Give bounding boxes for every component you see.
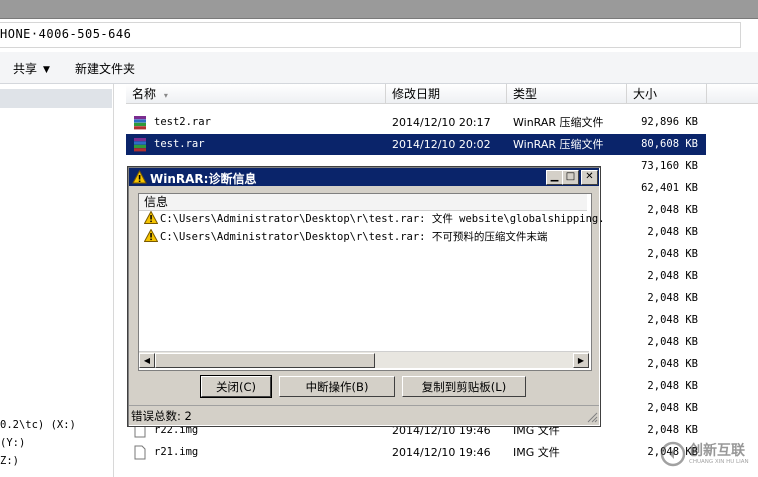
warning-icon [132, 170, 147, 184]
maximize-button[interactable]: □ [562, 170, 579, 185]
nav-drive-x[interactable]: 0.2\tc) (X:) [0, 419, 76, 431]
share-button-label: 共享 [13, 62, 38, 76]
column-header-name-label: 名称 [132, 87, 157, 101]
dialog-title-bar[interactable]: WinRAR:诊断信息 ▁ □ ✕ [129, 168, 599, 186]
file-size: 73,160 KB [641, 160, 698, 172]
file-size: 2,048 KB [647, 358, 698, 370]
file-size: 2,048 KB [647, 314, 698, 326]
winrar-icon [134, 138, 146, 152]
file-date: 2014/12/10 20:17 [392, 116, 491, 129]
dialog-title: WinRAR:诊断信息 [150, 172, 257, 186]
copy-to-clipboard-button[interactable]: 复制到剪贴板(L) [402, 376, 526, 397]
minimize-button[interactable]: ▁ [546, 170, 563, 185]
address-bar-text: HONE·4006-505-646 [0, 27, 132, 41]
warning-icon [144, 229, 158, 242]
watermark-subtext: CHUANG XIN HU LIAN [689, 459, 749, 465]
file-size: 2,048 KB [647, 402, 698, 414]
nav-drive-y[interactable]: (Y:) [0, 437, 25, 449]
file-size: 2,048 KB [647, 292, 698, 304]
file-row[interactable]: test.rar 2014/12/10 20:02 WinRAR 压缩文件 80,60… [126, 134, 706, 155]
file-date: 2014/12/10 19:46 [392, 446, 491, 459]
new-folder-button[interactable]: 新建文件夹 [75, 60, 135, 77]
file-name: test2.rar [154, 116, 211, 128]
abort-button[interactable]: 中断操作(B) [279, 376, 395, 397]
window-top-strip [0, 0, 758, 19]
close-window-button[interactable]: ✕ [581, 170, 598, 185]
file-size: 92,896 KB [641, 116, 698, 128]
file-size: 2,048 KB [647, 336, 698, 348]
winrar-icon [134, 116, 146, 130]
error-count-text: 错误总数: 2 [131, 409, 192, 423]
nav-drive-z[interactable]: Z:) [0, 455, 19, 467]
file-row[interactable]: r21.img 2014/12/10 19:46 IMG 文件 2,048 KB [126, 442, 706, 463]
watermark-icon [660, 441, 686, 467]
resize-grip-icon[interactable] [586, 411, 598, 423]
navigation-selected-item[interactable] [0, 89, 112, 108]
file-size: 2,048 KB [647, 226, 698, 238]
file-type: WinRAR 压缩文件 [513, 138, 604, 151]
column-header-empty [707, 84, 758, 104]
file-size: 2,048 KB [647, 380, 698, 392]
chevron-down-icon: ▼ [43, 65, 50, 75]
file-size: 2,048 KB [647, 248, 698, 260]
message-list-header[interactable]: 信息 [139, 194, 587, 211]
file-type: IMG 文件 [513, 446, 560, 459]
file-size: 2,048 KB [647, 270, 698, 282]
watermark-logo: 创新互联 CHUANG XIN HU LIAN [660, 437, 756, 473]
close-button[interactable]: 关闭(C) [200, 375, 272, 398]
scroll-right-arrow-icon[interactable]: ▶ [573, 353, 589, 368]
column-header-date[interactable]: 修改日期 [386, 84, 507, 104]
column-header-type[interactable]: 类型 [507, 84, 627, 104]
file-row[interactable]: test2.rar 2014/12/10 20:17 WinRAR 压缩文件 92,8… [126, 112, 706, 133]
sort-arrow-icon: ▾ [163, 91, 168, 100]
horizontal-scrollbar[interactable]: ◀ ▶ [139, 351, 589, 368]
scrollbar-thumb[interactable] [155, 353, 375, 368]
file-icon [134, 445, 146, 460]
file-size: 62,401 KB [641, 182, 698, 194]
column-header-name[interactable]: 名称 ▾ [126, 84, 386, 104]
file-date: 2014/12/10 20:02 [392, 138, 491, 151]
share-button[interactable]: 共享 ▼ [13, 60, 50, 77]
column-header-size[interactable]: 大小 [627, 84, 707, 104]
dialog-status-bar [129, 405, 599, 426]
file-name: r21.img [154, 446, 199, 458]
file-size: 80,608 KB [641, 138, 698, 150]
warning-icon [144, 211, 158, 224]
file-type: WinRAR 压缩文件 [513, 116, 604, 129]
scroll-left-arrow-icon[interactable]: ◀ [139, 353, 155, 368]
file-name: test.rar [154, 138, 205, 150]
message-text: C:\Users\Administrator\Desktop\r\test.ra… [160, 213, 605, 225]
watermark-text: 创新互联 [689, 443, 745, 459]
message-item[interactable]: C:\Users\Administrator\Desktop\r\test.ra… [144, 211, 605, 226]
file-size: 2,048 KB [647, 204, 698, 216]
message-item[interactable]: C:\Users\Administrator\Desktop\r\test.ra… [144, 229, 547, 244]
message-text: C:\Users\Administrator\Desktop\r\test.ra… [160, 231, 548, 243]
